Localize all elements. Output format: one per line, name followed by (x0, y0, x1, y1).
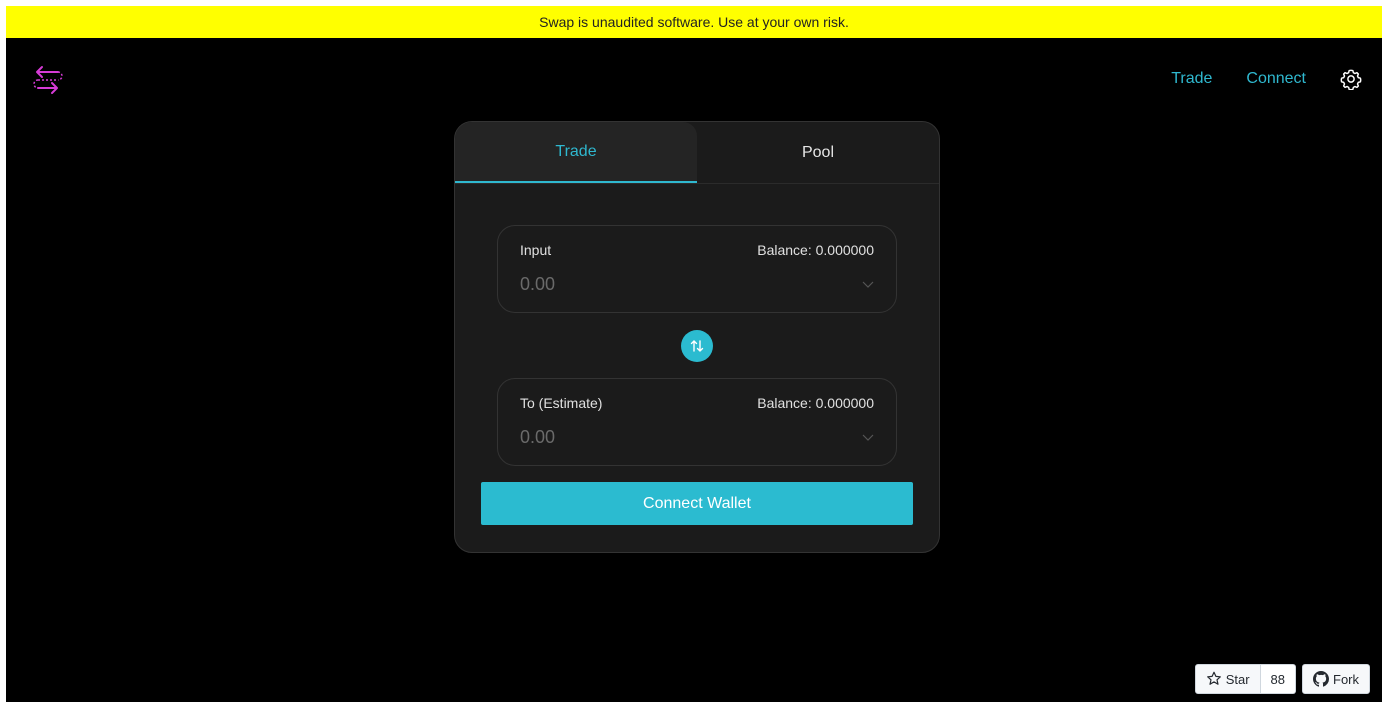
input-amount-field[interactable] (520, 274, 820, 295)
input-balance: Balance: 0.000000 (757, 242, 874, 258)
github-fork-button[interactable]: Fork (1302, 664, 1370, 694)
nav-trade-link[interactable]: Trade (1171, 70, 1212, 88)
risk-banner: Swap is unaudited software. Use at your … (6, 6, 1382, 38)
github-star-count[interactable]: 88 (1260, 664, 1296, 694)
github-star-group: Star 88 (1194, 664, 1296, 694)
output-balance: Balance: 0.000000 (757, 395, 874, 411)
swap-card: Trade Pool Input Balance: 0.000000 To (E… (454, 121, 940, 553)
output-amount-field[interactable] (520, 427, 820, 448)
nav-connect-link[interactable]: Connect (1246, 70, 1306, 88)
connect-wallet-button[interactable]: Connect Wallet (481, 482, 913, 525)
input-label: Input (520, 242, 552, 258)
output-panel: To (Estimate) Balance: 0.000000 (497, 378, 897, 466)
tab-trade[interactable]: Trade (455, 122, 697, 183)
swap-direction-button[interactable] (681, 330, 713, 362)
star-icon (1206, 671, 1221, 685)
top-nav: Trade Connect (1171, 68, 1362, 90)
github-star-label: Star (1225, 671, 1250, 687)
input-panel: Input Balance: 0.000000 (497, 225, 897, 313)
logo-icon[interactable] (30, 62, 64, 102)
github-icon (1313, 671, 1329, 687)
tab-pool[interactable]: Pool (697, 122, 939, 183)
output-label: To (Estimate) (520, 395, 603, 411)
github-star-button[interactable]: Star (1194, 664, 1261, 694)
chevron-down-icon[interactable] (862, 431, 874, 443)
gear-icon[interactable] (1340, 68, 1362, 90)
github-fork-label: Fork (1333, 671, 1359, 687)
swap-arrows-icon (690, 340, 704, 352)
risk-banner-text: Swap is unaudited software. Use at your … (539, 14, 849, 30)
github-buttons: Star 88 Fork (1194, 664, 1370, 694)
swap-tabs: Trade Pool (455, 122, 939, 184)
chevron-down-icon[interactable] (862, 278, 874, 290)
app-frame: Swap is unaudited software. Use at your … (6, 6, 1382, 702)
